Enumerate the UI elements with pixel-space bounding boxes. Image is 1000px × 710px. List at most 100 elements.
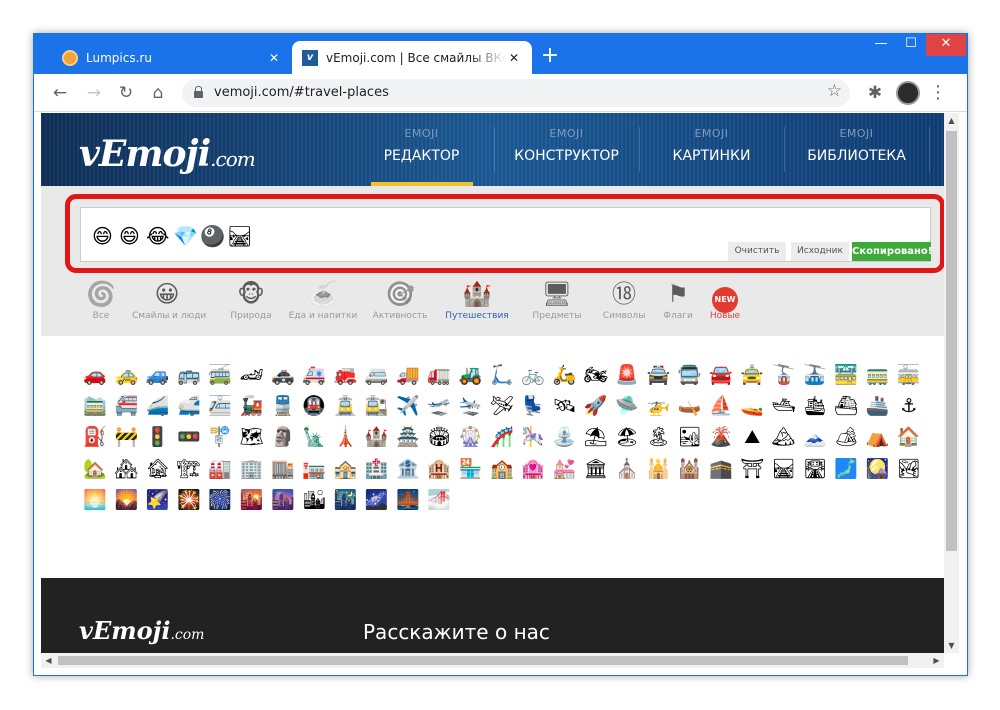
- emoji-cell[interactable]: 🚄: [146, 394, 170, 418]
- emoji-cell[interactable]: 🏕: [834, 425, 858, 449]
- emoji-cell[interactable]: 🚒: [333, 363, 358, 387]
- tab-close-icon[interactable]: ✕: [266, 51, 282, 65]
- emoji-cell[interactable]: 💒: [552, 457, 577, 481]
- emoji-cell[interactable]: 🕍: [678, 457, 702, 481]
- category-objects[interactable]: 🖥 Предметы: [522, 281, 592, 321]
- emoji-cell[interactable]: 🏘: [114, 457, 138, 481]
- emoji-cell[interactable]: 🎢: [490, 425, 514, 449]
- emoji-cell[interactable]: 🌌: [365, 488, 389, 512]
- browser-menu-icon[interactable]: ⋮: [928, 80, 948, 106]
- emoji-cell[interactable]: 🏤: [333, 457, 358, 481]
- emoji-cell[interactable]: 🚈: [208, 394, 232, 418]
- emoji-cell[interactable]: 🌁: [427, 488, 451, 512]
- emoji-cell[interactable]: 🚝: [114, 394, 138, 418]
- emoji-cell[interactable]: 🗽: [302, 425, 326, 449]
- emoji-cell[interactable]: 🚚: [396, 363, 420, 387]
- emoji-cell[interactable]: 🛥: [772, 394, 796, 418]
- emoji-cell[interactable]: 🚧: [114, 425, 138, 449]
- emoji-cell[interactable]: 🚥: [177, 425, 201, 449]
- emoji-cell[interactable]: 🛤: [772, 457, 796, 481]
- nav-library[interactable]: EMOJI БИБЛИОТЕКА: [789, 127, 924, 164]
- emoji-cell[interactable]: 🚃: [865, 363, 890, 387]
- emoji-cell[interactable]: 🚠: [803, 363, 827, 387]
- category-activity[interactable]: 🎯 Активность: [365, 281, 435, 321]
- emoji-cell[interactable]: 🏎: [239, 363, 263, 387]
- scroll-left-arrow-icon[interactable]: ◀: [41, 653, 56, 668]
- emoji-cell[interactable]: 🚜: [459, 363, 483, 387]
- emoji-cell[interactable]: 🎠: [521, 425, 545, 449]
- emoji-cell[interactable]: 🕌: [646, 457, 671, 481]
- vertical-scroll-thumb[interactable]: [946, 131, 957, 551]
- emoji-cell[interactable]: 🛵: [552, 363, 577, 387]
- profile-avatar[interactable]: [896, 81, 920, 105]
- extensions-puzzle-icon[interactable]: ✱: [862, 80, 888, 106]
- emoji-cell[interactable]: 🏍: [584, 363, 608, 387]
- category-all[interactable]: 🌀 Все: [66, 281, 136, 321]
- emoji-cell[interactable]: 🏰: [365, 425, 389, 449]
- emoji-cell[interactable]: 🏢: [239, 457, 264, 481]
- forward-button[interactable]: →: [81, 80, 107, 106]
- footer-logo[interactable]: vEmoji.com: [79, 616, 204, 645]
- emoji-cell[interactable]: 🚗: [83, 363, 107, 387]
- emoji-cell[interactable]: 🚍: [678, 363, 702, 387]
- emoji-cell[interactable]: ⛲: [552, 425, 577, 449]
- bookmark-star-icon[interactable]: ☆: [827, 81, 842, 101]
- category-smileys-people[interactable]: 😀 Смайлы и люди: [132, 281, 206, 321]
- emoji-cell[interactable]: ✈️: [396, 394, 420, 418]
- emoji-cell[interactable]: 🚔: [646, 363, 671, 387]
- category-travel[interactable]: 🏰 Путешествия: [442, 281, 512, 321]
- emoji-cell[interactable]: 🏨: [427, 457, 451, 481]
- emoji-cell[interactable]: 🚌: [177, 363, 201, 387]
- emoji-cell[interactable]: 🚖: [740, 363, 764, 387]
- emoji-cell[interactable]: 🎇: [177, 488, 201, 512]
- emoji-cell[interactable]: 🏡: [83, 457, 107, 481]
- tab-lumpics[interactable]: Lumpics.ru ✕: [52, 41, 292, 74]
- emoji-cell[interactable]: 🚇: [302, 394, 326, 418]
- emoji-cell[interactable]: 🛸: [615, 394, 639, 418]
- emoji-cell[interactable]: 🚞: [83, 394, 107, 418]
- emoji-cell[interactable]: 🎆: [208, 488, 232, 512]
- emoji-cell[interactable]: 🚉: [365, 394, 389, 418]
- emoji-cell[interactable]: 🚓: [271, 363, 295, 387]
- emoji-cell[interactable]: 🏠: [897, 425, 921, 449]
- emoji-cell[interactable]: 🚤: [740, 394, 764, 418]
- emoji-cell[interactable]: 🏭: [208, 457, 232, 481]
- emoji-cell[interactable]: 🏚: [146, 457, 170, 481]
- emoji-cell[interactable]: 🚁: [646, 394, 671, 418]
- category-food-drink[interactable]: 🍝 Еда и напитки: [288, 281, 358, 321]
- emoji-cell[interactable]: 🏖: [615, 425, 639, 449]
- scroll-down-arrow-icon[interactable]: ▼: [944, 638, 959, 653]
- emoji-cell[interactable]: 🚋: [897, 363, 921, 387]
- home-button[interactable]: ⌂: [145, 80, 171, 106]
- emoji-cell[interactable]: 🛬: [459, 394, 483, 418]
- emoji-cell[interactable]: 🛶: [678, 394, 702, 418]
- emoji-cell[interactable]: 🌅: [83, 488, 107, 512]
- emoji-cell[interactable]: ⛽: [83, 425, 107, 449]
- emoji-cell[interactable]: 🗿: [271, 425, 295, 449]
- emoji-cell[interactable]: ⛱: [584, 425, 608, 449]
- nav-constructor[interactable]: EMOJI КОНСТРУКТОР: [499, 127, 634, 164]
- emoji-cell[interactable]: 🚆: [271, 394, 295, 418]
- emoji-cell[interactable]: 🛣: [803, 457, 827, 481]
- emoji-cell[interactable]: ⛵: [709, 394, 733, 418]
- emoji-cell[interactable]: 🚨: [615, 363, 639, 387]
- emoji-cell[interactable]: 🚐: [365, 363, 389, 387]
- new-tab-button[interactable]: +: [538, 44, 562, 68]
- emoji-cell[interactable]: ⛺: [865, 425, 890, 449]
- emoji-cell[interactable]: 🚀: [584, 394, 608, 418]
- emoji-cell[interactable]: 🏝: [646, 425, 670, 449]
- emoji-cell[interactable]: 🚟: [834, 363, 858, 387]
- emoji-cell[interactable]: ⚓: [897, 394, 921, 418]
- horizontal-scroll-thumb[interactable]: [58, 656, 908, 665]
- emoji-cell[interactable]: 🚊: [333, 394, 358, 418]
- tab-vemoji[interactable]: v vEmoji.com | Все смайлы ВКонтакте ✕: [292, 41, 532, 74]
- emoji-cell[interactable]: 🚏: [208, 425, 232, 449]
- scroll-up-arrow-icon[interactable]: ▲: [944, 113, 959, 128]
- emoji-cell[interactable]: 🏛: [584, 457, 608, 481]
- scroll-right-arrow-icon[interactable]: ▶: [929, 653, 944, 668]
- emoji-cell[interactable]: 🚡: [772, 363, 796, 387]
- emoji-cell[interactable]: 🏣: [302, 457, 326, 481]
- emoji-cell[interactable]: 🗻: [803, 425, 827, 449]
- emoji-cell[interactable]: 💺: [521, 394, 545, 418]
- category-nature[interactable]: 🐵 Природа: [216, 281, 286, 321]
